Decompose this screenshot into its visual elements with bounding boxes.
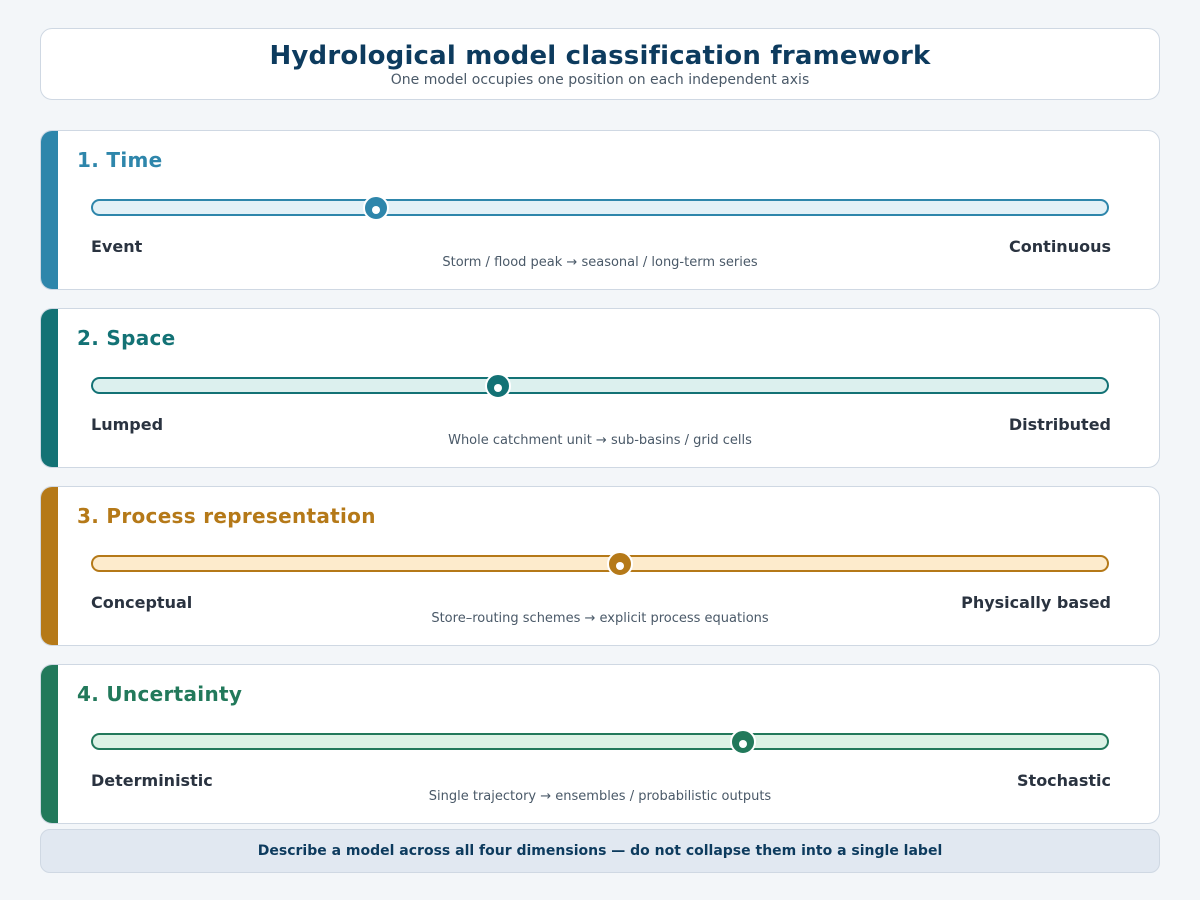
axis-panel-time: 1. Time Event Continuous Storm / flood p… [40, 130, 1160, 290]
axis-title: 3. Process representation [77, 504, 376, 528]
axis-right-label: Distributed [1008, 415, 1111, 434]
axis-left-label: Deterministic [91, 771, 213, 790]
axis-left-label: Event [91, 237, 143, 256]
footer-note: Describe a model across all four dimensi… [40, 829, 1160, 873]
page-subtitle: One model occupies one position on each … [390, 72, 810, 88]
axis-left-label: Conceptual [91, 593, 193, 612]
axis-slider-track [91, 377, 1109, 394]
page-title: Hydrological model classification framew… [269, 41, 931, 71]
axis-right-label: Stochastic [1017, 771, 1111, 790]
axis-slider-handle[interactable] [485, 373, 512, 399]
axis-panel-process: 3. Process representation Conceptual Phy… [40, 486, 1160, 646]
axis-description: Single trajectory → ensembles / probabil… [428, 789, 772, 804]
axis-left-label: Lumped [91, 415, 164, 434]
axis-slider-track [91, 199, 1109, 216]
axis-description: Whole catchment unit → sub-basins / grid… [448, 433, 752, 448]
axis-panel-space: 2. Space Lumped Distributed Whole catchm… [40, 308, 1160, 468]
axis-title: 4. Uncertainty [77, 682, 243, 706]
axis-slider-handle[interactable] [729, 729, 756, 755]
axis-panel-uncertainty: 4. Uncertainty Deterministic Stochastic … [40, 664, 1160, 824]
axis-description: Store–routing schemes → explicit process… [431, 611, 769, 626]
axis-right-label: Physically based [961, 593, 1111, 612]
header-card: Hydrological model classification framew… [40, 28, 1160, 100]
axis-slider-track [91, 733, 1109, 750]
axis-title: 2. Space [77, 326, 176, 350]
axis-title: 1. Time [77, 148, 163, 172]
axis-slider-handle[interactable] [363, 195, 390, 221]
axis-right-label: Continuous [1009, 237, 1111, 256]
axis-description: Storm / flood peak → seasonal / long-ter… [442, 255, 758, 270]
axis-slider-track [91, 555, 1109, 572]
axis-slider-handle[interactable] [607, 551, 634, 577]
